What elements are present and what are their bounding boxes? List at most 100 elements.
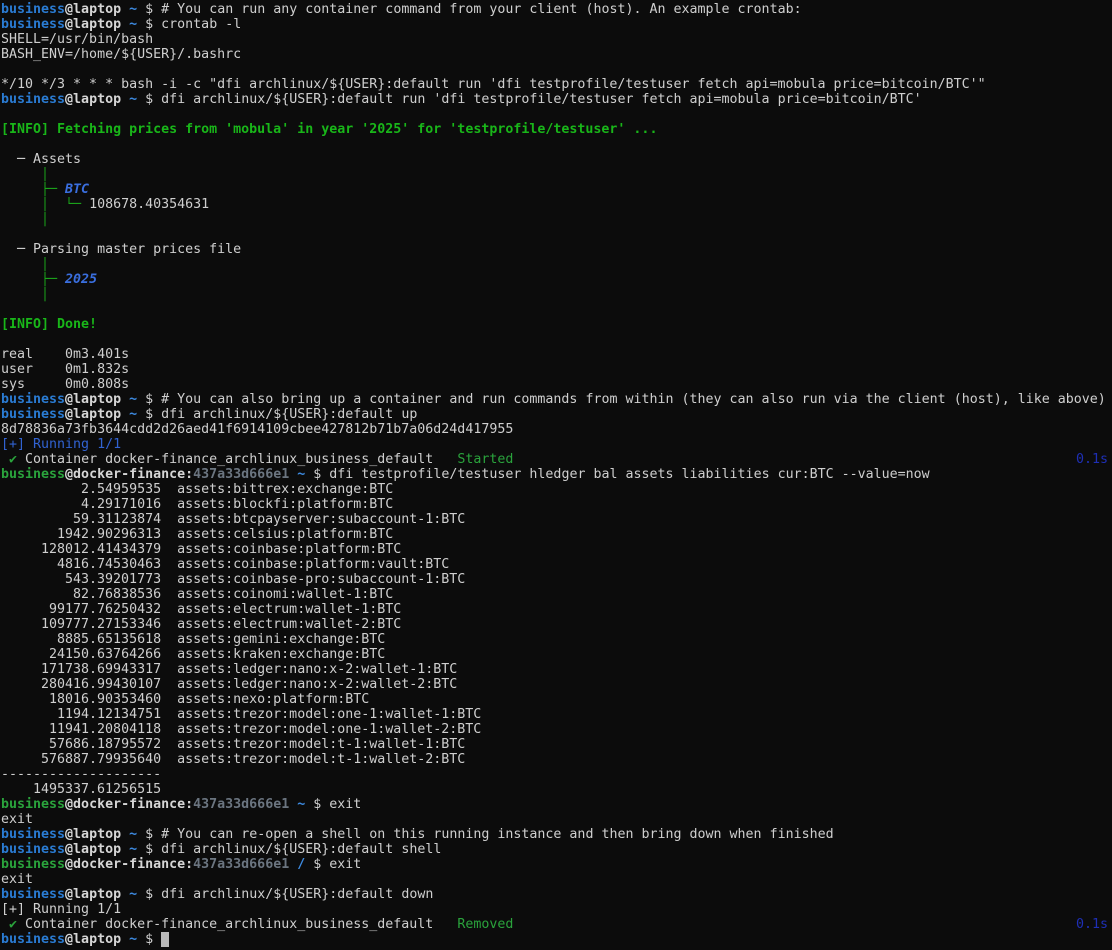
seg-text bbox=[121, 17, 129, 32]
seg-pb: ~ bbox=[129, 887, 137, 902]
seg-text: ─ Parsing master prices file bbox=[1, 242, 241, 257]
seg-text: real 0m3.401s bbox=[1, 347, 129, 362]
seg-text: $ bbox=[137, 887, 161, 902]
seg-text bbox=[161, 527, 177, 542]
seg-text: dfi testprofile/testuser hledger bal ass… bbox=[329, 467, 929, 482]
seg-tr: │ bbox=[1, 257, 49, 272]
seg-gr: ✔ bbox=[9, 452, 17, 467]
seg-text: -------------------- bbox=[1, 767, 161, 782]
seg-text: $ bbox=[137, 407, 161, 422]
balance-row: 99177.76250432 assets:electrum:wallet-1:… bbox=[1, 602, 1112, 617]
seg-text: assets:nexo:platform:BTC bbox=[177, 692, 369, 707]
balance-row: 59.31123874 assets:btcpayserver:subaccou… bbox=[1, 512, 1112, 527]
cursor bbox=[161, 932, 169, 947]
seg-text: exit bbox=[329, 797, 361, 812]
seg-text bbox=[1, 917, 9, 932]
seg-amt: 18016.90353460 bbox=[1, 692, 161, 707]
balance-row: 543.39201773 assets:coinbase-pro:subacco… bbox=[1, 572, 1112, 587]
prompt-command-line: business@laptop ~ $ dfi archlinux/${USER… bbox=[1, 842, 1112, 857]
seg-text: assets:blockfi:platform:BTC bbox=[177, 497, 393, 512]
seg-text: ─ Assets bbox=[1, 152, 81, 167]
terminal[interactable]: business@laptop ~ $ # You can run any co… bbox=[0, 0, 1112, 950]
seg-text: assets:coinbase:platform:vault:BTC bbox=[177, 557, 449, 572]
blank-line bbox=[1, 62, 1112, 77]
seg-amt: 57686.18795572 bbox=[1, 737, 161, 752]
prompt-command-line: business@docker-finance:437a33d666e1 ~ $… bbox=[1, 797, 1112, 812]
seg-id: 437a33d666e1 bbox=[193, 857, 289, 872]
seg-amt: 109777.27153346 bbox=[1, 617, 161, 632]
seg-pb: ~ bbox=[129, 92, 137, 107]
seg-ub: business bbox=[1, 932, 65, 947]
prompt-command-line: business@docker-finance:437a33d666e1 ~ $… bbox=[1, 467, 1112, 482]
seg-pb: ~ bbox=[129, 407, 137, 422]
seg-text: assets:trezor:model:t-1:wallet-2:BTC bbox=[177, 752, 465, 767]
seg-text: $ bbox=[137, 2, 161, 17]
blank-line bbox=[1, 137, 1112, 152]
seg-hb: @laptop bbox=[65, 2, 121, 17]
seg-text bbox=[121, 932, 129, 947]
seg-text: dfi archlinux/${USER}:default up bbox=[161, 407, 417, 422]
seg-text bbox=[161, 677, 177, 692]
seg-text bbox=[161, 497, 177, 512]
seg-pb: ~ bbox=[129, 827, 137, 842]
balance-row: 171738.69943317 assets:ledger:nano:x-2:w… bbox=[1, 662, 1112, 677]
seg-gr: Started bbox=[457, 452, 513, 467]
container-status-line: 0.1s ✔ Container docker-finance_archlinu… bbox=[1, 452, 1112, 467]
seg-text bbox=[121, 827, 129, 842]
seg-text: assets:coinomi:wallet-1:BTC bbox=[177, 587, 393, 602]
seg-hb: @laptop bbox=[65, 17, 121, 32]
seg-ub: business bbox=[1, 92, 65, 107]
seg-text bbox=[161, 557, 177, 572]
seg-text: assets:coinbase-pro:subaccount-1:BTC bbox=[177, 572, 465, 587]
balance-row: 57686.18795572 assets:trezor:model:t-1:w… bbox=[1, 737, 1112, 752]
seg-text: # You can run any container command from… bbox=[161, 2, 801, 17]
seg-text bbox=[161, 482, 177, 497]
seg-text: # You can also bring up a container and … bbox=[161, 392, 1106, 407]
seg-text bbox=[121, 2, 129, 17]
seg-text: $ bbox=[137, 17, 161, 32]
seg-gr: ✔ bbox=[9, 917, 17, 932]
seg-text: crontab -l bbox=[161, 17, 241, 32]
seg-text: $ bbox=[137, 827, 161, 842]
tree-value-line: │ └─ 108678.40354631 bbox=[1, 197, 1112, 212]
seg-text bbox=[161, 617, 177, 632]
seg-text bbox=[161, 542, 177, 557]
balance-row: 280416.99430107 assets:ledger:nano:x-2:w… bbox=[1, 677, 1112, 692]
crontab-entry-line: */10 */3 * * * bash -i -c "dfi archlinux… bbox=[1, 77, 1112, 92]
seg-text: $ bbox=[137, 842, 161, 857]
seg-text bbox=[161, 707, 177, 722]
seg-text: sys 0m0.808s bbox=[1, 377, 129, 392]
blank-line bbox=[1, 107, 1112, 122]
seg-tr: │ └─ bbox=[1, 197, 89, 212]
seg-ub: business bbox=[1, 842, 65, 857]
tree-line: │ bbox=[1, 287, 1112, 302]
prompt-command-line: business@laptop ~ $ crontab -l bbox=[1, 17, 1112, 32]
tree-line: │ bbox=[1, 167, 1112, 182]
seg-text: */10 */3 * * * bash -i -c "dfi archlinux… bbox=[1, 77, 986, 92]
seg-text: $ bbox=[305, 467, 329, 482]
seg-text: assets:bittrex:exchange:BTC bbox=[177, 482, 393, 497]
seg-ub: business bbox=[1, 887, 65, 902]
seg-amt: 280416.99430107 bbox=[1, 677, 161, 692]
seg-ug: business bbox=[1, 797, 65, 812]
prompt-command-line: business@laptop ~ $ dfi archlinux/${USER… bbox=[1, 887, 1112, 902]
seg-text: 108678.40354631 bbox=[89, 197, 209, 212]
seg-amt: 171738.69943317 bbox=[1, 662, 161, 677]
balance-total: 1495337.61256515 bbox=[1, 782, 1112, 797]
seg-text bbox=[433, 917, 457, 932]
crontab-output-line: BASH_ENV=/home/${USER}/.bashrc bbox=[1, 47, 1112, 62]
seg-text: assets:ledger:nano:x-2:wallet-1:BTC bbox=[177, 662, 457, 677]
seg-text: assets:electrum:wallet-2:BTC bbox=[177, 617, 401, 632]
seg-text: Container docker-finance_archlinux_busin… bbox=[17, 452, 433, 467]
seg-text: assets:celsius:platform:BTC bbox=[177, 527, 393, 542]
balance-row: 11941.20804118 assets:trezor:model:one-1… bbox=[1, 722, 1112, 737]
blank-line bbox=[1, 332, 1112, 347]
seg-text bbox=[433, 452, 457, 467]
seg-text: assets:trezor:model:one-1:wallet-1:BTC bbox=[177, 707, 481, 722]
seg-text: assets:gemini:exchange:BTC bbox=[177, 632, 385, 647]
seg-amt: 59.31123874 bbox=[1, 512, 161, 527]
seg-hb: @laptop bbox=[65, 842, 121, 857]
balance-row: 1942.90296313 assets:celsius:platform:BT… bbox=[1, 527, 1112, 542]
seg-text: dfi archlinux/${USER}:default down bbox=[161, 887, 433, 902]
seg-info: [INFO] Done! bbox=[1, 317, 97, 332]
